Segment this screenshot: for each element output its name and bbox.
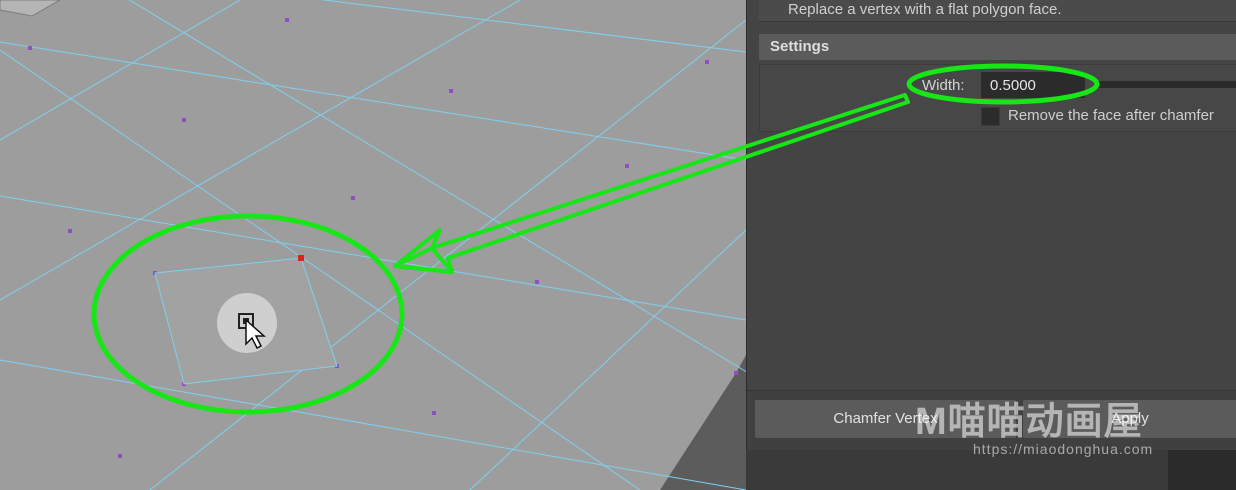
selected-vertex xyxy=(298,255,304,261)
width-label: Width: xyxy=(922,77,965,94)
width-slider[interactable] xyxy=(1097,81,1236,88)
width-field[interactable] xyxy=(981,72,1085,98)
chamfer-vertex-options-panel: Replace a vertex with a flat polygon fac… xyxy=(746,0,1236,450)
wireframe-vertex xyxy=(432,411,436,415)
wireframe-vertex xyxy=(182,118,186,122)
description-row: Replace a vertex with a flat polygon fac… xyxy=(759,0,1236,22)
wireframe-vertex xyxy=(734,371,738,375)
panel-frame-bottom xyxy=(746,450,1236,490)
tool-description: Replace a vertex with a flat polygon fac… xyxy=(788,1,1062,18)
wireframe-vertex xyxy=(285,18,289,22)
apply-button[interactable]: Apply xyxy=(1023,400,1236,438)
remove-face-checkbox[interactable] xyxy=(981,107,1000,126)
settings-label: Settings xyxy=(770,38,830,55)
wireframe-vertex xyxy=(449,89,453,93)
wireframe-vertex xyxy=(28,46,32,50)
wireframe-vertex xyxy=(705,60,709,64)
wireframe-vertex xyxy=(118,454,122,458)
wireframe-vertex xyxy=(351,196,355,200)
remove-face-label: Remove the face after chamfer xyxy=(1008,107,1214,124)
chamfer-vertex-button[interactable]: Chamfer Vertex xyxy=(755,400,1016,438)
settings-section-header[interactable]: Settings xyxy=(759,34,1236,60)
ground-plane xyxy=(0,0,746,490)
wireframe-vertex xyxy=(68,229,72,233)
panel-empty-area xyxy=(747,135,1236,390)
wireframe-vertex xyxy=(535,280,539,284)
frame-corner xyxy=(1168,450,1236,490)
wireframe-vertex xyxy=(625,164,629,168)
